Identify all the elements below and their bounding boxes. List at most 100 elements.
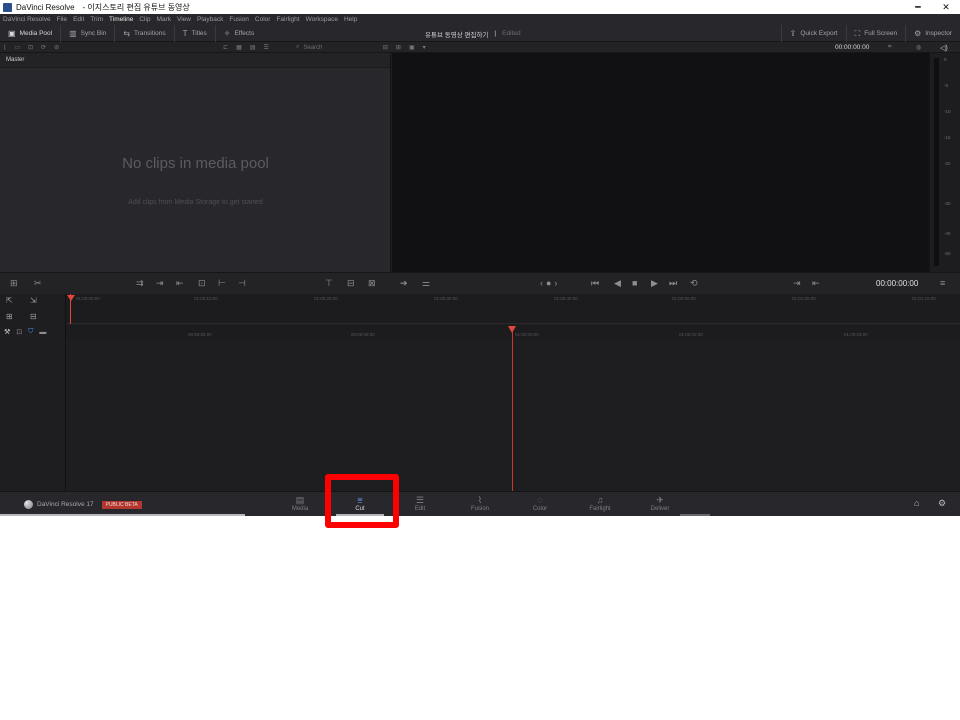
timeline-track-area[interactable]	[66, 339, 960, 491]
page-tab-color[interactable]: ◌ Color	[520, 495, 560, 512]
media-pool-button[interactable]: ▣ Media Pool	[0, 24, 62, 42]
track-height-icon[interactable]: ⊞	[6, 312, 13, 321]
page-tab-fusion[interactable]: ⌇ Fusion	[460, 495, 500, 512]
titles-button[interactable]: T Titles	[175, 24, 216, 42]
menu-help[interactable]: Help	[344, 16, 357, 23]
menu-workspace[interactable]: Workspace	[306, 16, 338, 23]
inspector-button[interactable]: ⚙ Inspector	[905, 25, 960, 42]
overview-playhead-marker[interactable]	[67, 295, 75, 301]
transition-arrow-icon[interactable]: ➔	[400, 278, 408, 289]
menu-timeline[interactable]: Timeline	[109, 16, 133, 23]
jog-icon[interactable]: ‹●›	[540, 278, 560, 288]
page-tab-media[interactable]: ▤ Media	[280, 495, 320, 512]
bin-name[interactable]: Master	[0, 53, 390, 68]
menu-trim[interactable]: Trim	[90, 16, 103, 23]
import-icon[interactable]: ⌊	[4, 44, 6, 51]
menu-file[interactable]: File	[57, 16, 67, 23]
menu-playback[interactable]: Playback	[197, 16, 223, 23]
loop-icon[interactable]: ⟲	[690, 278, 698, 289]
menu-fusion[interactable]: Fusion	[229, 16, 249, 23]
viewer-dropdown-icon[interactable]: ▾	[423, 44, 426, 51]
meter-tick: 0	[944, 57, 947, 62]
ruler-label: 01:00:30:00	[434, 296, 458, 301]
smart-insert-icon[interactable]: ⇉	[136, 278, 144, 289]
audio-mix-icon[interactable]: ⚌	[422, 278, 430, 289]
quick-export-button[interactable]: ⇪ Quick Export	[780, 25, 846, 42]
list-view-icon[interactable]: ☰	[263, 44, 268, 51]
page-tab-deliver[interactable]: ✈ Deliver	[640, 495, 680, 512]
full-screen-button[interactable]: ⛶ Full Screen	[845, 25, 905, 42]
scissors-icon[interactable]: ✂	[34, 278, 42, 289]
page-tab-fairlight[interactable]: ♫ Fairlight	[580, 495, 620, 512]
minimize-icon[interactable]: ━	[904, 0, 932, 14]
speaker-icon[interactable]: ◁)	[940, 44, 948, 52]
effects-button[interactable]: ✧ Effects	[216, 25, 262, 42]
go-to-start-icon[interactable]: ⏮	[591, 278, 599, 289]
menu-color[interactable]: Color	[255, 16, 271, 23]
viewer-mode-icon[interactable]: ⊟	[383, 44, 388, 51]
close-up-icon[interactable]: ⊡	[198, 278, 206, 289]
ripple-overwrite-icon[interactable]: ⇤	[176, 278, 184, 289]
sync-bin-button[interactable]: ▥ Sync Bin	[61, 24, 116, 42]
place-on-top-icon[interactable]: ⊢	[218, 278, 226, 289]
horizontal-scrollbar-thumb[interactable]	[680, 514, 710, 516]
viewer-layout-icon[interactable]: ▣	[409, 44, 415, 51]
full-screen-label: Full Screen	[864, 30, 898, 37]
track-lock-icon[interactable]: ⊟	[30, 312, 37, 321]
clip-tools-icon[interactable]: ⊞	[10, 278, 18, 289]
page-tab-label: Fairlight	[589, 506, 611, 512]
out-point-icon[interactable]: ⇤	[812, 278, 820, 289]
viewer-split-icon[interactable]: ⊞	[396, 44, 401, 51]
page-tab-label: Fusion	[470, 506, 489, 512]
timeline-overview-ruler[interactable]: 01:00:00:00 01:00:10:00 01:00:20:00 01:0…	[66, 294, 960, 324]
source-overwrite-icon[interactable]: ⊣	[238, 278, 246, 289]
meter-tick: -15	[944, 135, 951, 140]
page-tab-edit[interactable]: ☰ Edit	[400, 495, 440, 512]
search-input[interactable]: Search	[303, 45, 322, 51]
menu-clip[interactable]: Clip	[139, 16, 150, 23]
timeline-playhead[interactable]	[512, 326, 513, 491]
menu-davinci-resolve[interactable]: DaVinci Resolve	[3, 16, 51, 23]
play-icon[interactable]: ▶	[651, 278, 658, 289]
transitions-button[interactable]: ⇆ Transitions	[115, 24, 175, 42]
meter-tick: -50	[944, 251, 951, 256]
gear-icon[interactable]: ⚙	[938, 498, 946, 509]
go-to-end-icon[interactable]: ⏭	[669, 278, 677, 289]
link-icon[interactable]: ⊘	[54, 44, 59, 51]
reverse-play-icon[interactable]: ◀	[614, 278, 621, 289]
sort-icon[interactable]: ⊏	[223, 44, 228, 51]
horizontal-scrollbar[interactable]	[0, 514, 245, 516]
in-point-icon[interactable]: ⇥	[793, 278, 801, 289]
link-clips-icon[interactable]: ⊡	[16, 328, 22, 336]
brand-name: DaVinci Resolve 17	[37, 501, 94, 508]
home-icon[interactable]: ⌂	[914, 498, 919, 508]
ruler-label: 01:00:10:00	[194, 296, 218, 301]
zoom-out-icon[interactable]: ⇲	[30, 296, 37, 305]
menu-edit[interactable]: Edit	[73, 16, 84, 23]
zoom-in-icon[interactable]: ⇱	[6, 296, 13, 305]
media-search[interactable]: ⌕ Search	[296, 43, 368, 52]
stop-icon[interactable]: ■	[632, 278, 637, 288]
page-tab-label: Media	[291, 506, 309, 512]
menu-fairlight[interactable]: Fairlight	[276, 16, 299, 23]
track-view-icon[interactable]: ▬	[39, 329, 46, 336]
shield-icon[interactable]: ⛉	[28, 328, 33, 336]
menu-mark[interactable]: Mark	[157, 16, 171, 23]
options-menu-icon[interactable]: ≡	[940, 278, 945, 288]
menu-view[interactable]: View	[177, 16, 191, 23]
grid-view-icon[interactable]: ▦	[236, 44, 242, 51]
viewer-options-icon[interactable]: ⌗	[888, 44, 891, 51]
dynamic-zoom-icon[interactable]: ⊟	[347, 278, 355, 289]
trim-icon[interactable]: ⊤	[325, 278, 333, 289]
transform-icon[interactable]: ⊠	[368, 278, 376, 289]
viewer-panel[interactable]	[392, 53, 929, 272]
wrench-icon[interactable]: ⚒	[4, 328, 10, 336]
strip-view-icon[interactable]: ▤	[250, 44, 256, 51]
new-bin-icon[interactable]: ▭	[14, 44, 20, 51]
import-folder-icon[interactable]: ⊡	[28, 44, 33, 51]
sync-icon[interactable]: ⟳	[41, 44, 46, 51]
append-icon[interactable]: ⇥	[156, 278, 164, 289]
close-icon[interactable]: ✕	[932, 0, 960, 14]
timeline-playhead-marker[interactable]	[508, 326, 516, 333]
color-scope-icon[interactable]: ◍	[916, 44, 921, 51]
